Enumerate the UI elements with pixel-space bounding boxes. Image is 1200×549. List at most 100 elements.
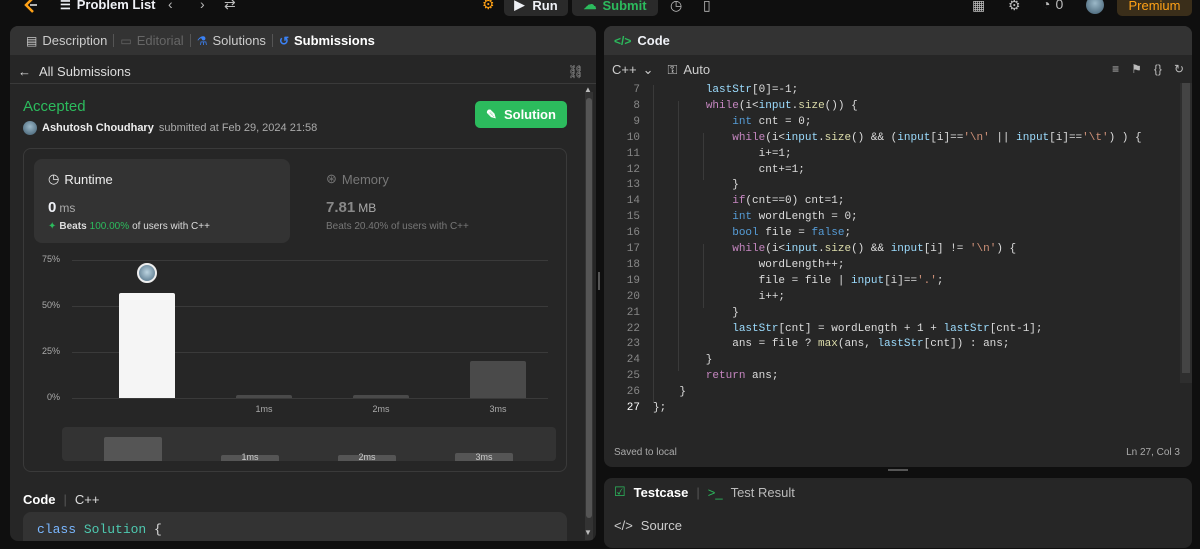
layout-grid-icon[interactable]: ▦: [972, 0, 985, 12]
leetcode-logo-icon[interactable]: [22, 0, 40, 14]
code-line[interactable]: lastStr[cnt] = wordLength + 1 + lastStr[…: [653, 323, 1042, 335]
code-line[interactable]: }: [653, 307, 739, 319]
code-line[interactable]: };: [653, 402, 666, 414]
scroll-down-icon[interactable]: ▼: [584, 528, 592, 537]
chart-bar[interactable]: [236, 395, 292, 398]
format-icon[interactable]: ≡: [1112, 62, 1119, 76]
problem-list-nav[interactable]: ☰ Problem List: [60, 0, 156, 12]
code-icon: </>: [614, 33, 632, 48]
line-number: 14: [626, 195, 640, 208]
user-avatar[interactable]: [1086, 0, 1104, 14]
x-tick-label: 1ms: [255, 404, 273, 414]
code-line[interactable]: lastStr[0]=-1;: [653, 84, 798, 96]
shuffle-icon[interactable]: ⇄: [224, 0, 236, 11]
horizontal-resize-handle[interactable]: [888, 469, 908, 471]
solution-button[interactable]: ✎ Solution: [475, 101, 567, 128]
auto-mode-toggle[interactable]: ⚿ Auto: [667, 62, 710, 78]
code-line[interactable]: while(i<input.size() && input[i] != '\n'…: [653, 243, 1016, 255]
memory-chip-icon: ⊛: [326, 171, 337, 186]
code-line[interactable]: ans = file ? max(ans, lastStr[cnt]) : an…: [653, 338, 1009, 350]
language-select[interactable]: C++ ⌄: [612, 62, 653, 78]
settings-icon[interactable]: ⚙: [1008, 0, 1021, 12]
code-line[interactable]: wordLength++;: [653, 259, 845, 271]
reset-icon[interactable]: ↻: [1174, 62, 1184, 76]
next-problem-icon[interactable]: ›: [200, 0, 205, 11]
code-line[interactable]: while(i<input.size() && (input[i]=='\n' …: [653, 132, 1141, 144]
debug-icon[interactable]: ⚙: [482, 0, 495, 11]
y-tick-label: 0%: [46, 392, 60, 402]
submit-label: Submit: [602, 0, 647, 13]
braces-icon[interactable]: {}: [1154, 62, 1162, 76]
line-number: 11: [626, 147, 640, 160]
editor-scrollbar[interactable]: [1180, 83, 1192, 383]
tab-submissions[interactable]: ↺ Submissions: [273, 33, 381, 48]
line-number: 22: [626, 322, 640, 335]
premium-button[interactable]: Premium: [1117, 0, 1192, 16]
line-number: 24: [626, 354, 640, 367]
code-line[interactable]: }: [653, 386, 686, 398]
all-submissions-link[interactable]: ← All Submissions: [18, 64, 131, 79]
code-line[interactable]: cnt+=1;: [653, 164, 805, 176]
editor-scrollbar-thumb[interactable]: [1182, 83, 1190, 373]
prev-problem-icon[interactable]: ‹: [168, 0, 173, 11]
lock-icon: ⚿: [667, 62, 678, 77]
scroll-up-icon[interactable]: ▲: [584, 85, 592, 94]
code-line[interactable]: file = file | input[i]=='.';: [653, 275, 944, 287]
tab-test-result[interactable]: Test Result: [731, 485, 795, 500]
memory-card[interactable]: ⊛ Memory 7.81 MB Beats 20.40% of users wi…: [312, 159, 542, 243]
code-line[interactable]: if(cnt==0) cnt=1;: [653, 195, 844, 207]
bookmark-icon[interactable]: ⚑: [1131, 62, 1142, 76]
share-link-icon[interactable]: ⛓: [567, 64, 584, 80]
author-name[interactable]: Ashutosh Choudhary: [42, 122, 154, 134]
tab-testcase[interactable]: Testcase: [634, 485, 689, 500]
code-editor[interactable]: 7 lastStr[0]=-1; 8 while(i<input.size()) …: [604, 83, 1192, 423]
memory-value: 7.81 MB: [326, 199, 376, 216]
code-line[interactable]: while(i<input.size()) {: [653, 100, 858, 112]
code-line[interactable]: i++;: [653, 291, 785, 303]
vertical-resize-handle[interactable]: [598, 272, 600, 290]
y-tick-label: 25%: [41, 346, 60, 356]
runtime-unit: ms: [59, 201, 76, 215]
timer-icon[interactable]: ◷: [670, 0, 682, 12]
code-line[interactable]: bool file = false;: [653, 227, 851, 239]
tab-submissions-label: Submissions: [294, 33, 375, 48]
range-selector[interactable]: 1ms 2ms 3ms: [62, 427, 556, 462]
code-header: </> Code: [604, 26, 1192, 55]
code-preview[interactable]: class Solution {: [23, 512, 567, 541]
left-panel: ▤ Description ▭ Editorial ⚗ Solutions ↺ …: [10, 26, 596, 541]
runtime-card[interactable]: ◷ Runtime 0 ms ✦ Beats 100.00% of users w…: [34, 159, 290, 243]
code-line[interactable]: int cnt = 0;: [653, 116, 811, 128]
gridline: [72, 260, 548, 261]
source-row[interactable]: </> Source: [614, 518, 682, 533]
chart-bar[interactable]: [470, 361, 526, 398]
author-avatar[interactable]: [23, 121, 37, 135]
terminal-icon: >_: [707, 484, 723, 500]
problem-list-label: Problem List: [76, 0, 156, 12]
code-line[interactable]: }: [653, 354, 713, 366]
run-button[interactable]: ▶ Run: [504, 0, 568, 16]
code-line[interactable]: return ans;: [653, 370, 779, 382]
chart-bar[interactable]: [119, 293, 175, 398]
code-line[interactable]: }: [653, 179, 739, 191]
notes-icon[interactable]: ▯: [703, 0, 711, 12]
divider: [10, 83, 596, 84]
runtime-label: Runtime: [64, 171, 113, 187]
mini-label: 1ms: [241, 452, 259, 462]
top-bar: ☰ Problem List ‹ › ⇄ ⚙ ▶ Run ☁ Submit ◷ …: [0, 0, 1200, 20]
x-tick-label: 3ms: [489, 404, 507, 414]
left-scrollbar-thumb[interactable]: [586, 98, 592, 518]
tab-solutions[interactable]: ⚗ Solutions: [191, 33, 272, 48]
bar-user-avatar: [137, 263, 157, 284]
submit-button[interactable]: ☁ Submit: [572, 0, 658, 16]
code-editor-panel: </> Code C++ ⌄ ⚿ Auto ≡ ⚑ {} ↻ 7 lastStr…: [604, 26, 1192, 467]
punct-token: {: [154, 522, 162, 537]
chart-bar[interactable]: [353, 395, 409, 398]
beats-icon: ✦: [48, 221, 57, 232]
streak-icon: ◔: [1042, 0, 1051, 12]
code-line[interactable]: i+=1;: [653, 148, 792, 160]
clock-icon: ◷: [48, 171, 60, 186]
tab-editorial[interactable]: ▭ Editorial: [114, 33, 189, 48]
tab-description[interactable]: ▤ Description: [20, 33, 113, 48]
code-line[interactable]: int wordLength = 0;: [653, 211, 857, 223]
streak-counter[interactable]: ◔ 0: [1042, 0, 1063, 11]
